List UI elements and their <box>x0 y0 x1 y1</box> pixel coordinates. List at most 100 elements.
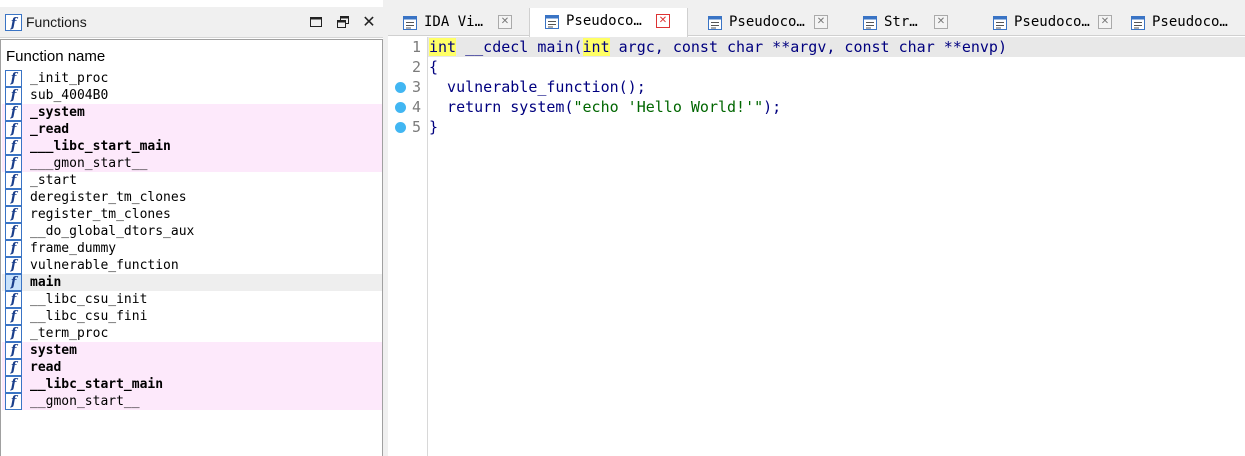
function-icon: f <box>5 14 22 35</box>
function-name: _start <box>30 173 77 188</box>
tab-label: Pseudoco… <box>566 13 642 29</box>
function-row[interactable]: f _init_proc <box>2 70 382 87</box>
function-name: register_tm_clones <box>30 207 171 222</box>
code-text: int __cdecl main(int argc, const char **… <box>429 37 1007 57</box>
function-row[interactable]: f __libc_start_main <box>2 376 382 393</box>
functions-panel: f Functions ✕ Function name f _init_proc f… <box>0 0 385 456</box>
function-icon: f <box>5 223 22 240</box>
function-row[interactable]: f deregister_tm_clones <box>2 189 382 206</box>
function-name: _term_proc <box>30 326 109 341</box>
line-number: 5 <box>411 118 421 136</box>
function-name: ___gmon_start__ <box>30 156 148 171</box>
function-icon: f <box>5 70 22 87</box>
function-icon: f <box>5 274 22 291</box>
code-line[interactable]: 2{ <box>388 57 1245 77</box>
tab[interactable]: Pseudoco… ✕ <box>529 8 688 37</box>
function-row[interactable]: f _term_proc <box>2 325 382 342</box>
function-row[interactable]: f vulnerable_function <box>2 257 382 274</box>
code-line[interactable]: 3 vulnerable_function(); <box>388 77 1245 97</box>
tab-close-icon[interactable]: ✕ <box>498 15 512 29</box>
function-name: __libc_start_main <box>30 377 164 392</box>
function-icon: f <box>5 308 22 325</box>
function-icon: f <box>5 206 22 223</box>
pseudocode-icon <box>992 15 1008 35</box>
tab[interactable]: Pseudoco… ✕ <box>978 9 1112 36</box>
function-row[interactable]: f __libc_csu_fini <box>2 308 382 325</box>
function-row[interactable]: f _start <box>2 172 382 189</box>
maximize-icon[interactable] <box>308 14 324 30</box>
function-name: ___libc_start_main <box>30 139 171 154</box>
function-name: _init_proc <box>30 71 109 86</box>
function-icon: f <box>5 189 22 206</box>
line-number: 2 <box>411 58 421 76</box>
ida-view-icon <box>402 15 418 35</box>
function-icon: f <box>5 172 22 189</box>
functions-panel-title: Functions <box>26 14 87 30</box>
column-header-function-name[interactable]: Function name <box>6 48 105 65</box>
function-row[interactable]: f __do_global_dtors_aux <box>2 223 382 240</box>
tab-close-icon[interactable]: ✕ <box>814 15 828 29</box>
tab-close-icon[interactable]: ✕ <box>656 14 670 28</box>
function-icon: f <box>5 104 22 121</box>
function-row[interactable]: f ___gmon_start__ <box>2 155 382 172</box>
highlighted-keyword: int <box>429 38 457 56</box>
code-fragment: return system( <box>429 98 574 116</box>
functions-rows: f _init_proc f sub_4004B0 f _system f _read f ___… <box>2 70 382 410</box>
function-row[interactable]: f ___libc_start_main <box>2 138 382 155</box>
function-row[interactable]: f sub_4004B0 <box>2 87 382 104</box>
function-icon: f <box>5 393 22 410</box>
code-line[interactable]: 4 return system("echo 'Hello World!'"); <box>388 97 1245 117</box>
function-name: __libc_csu_init <box>30 292 148 307</box>
function-icon: f <box>5 257 22 274</box>
code-fragment: ); <box>763 98 782 116</box>
string-literal: "echo 'Hello World!'" <box>573 98 764 116</box>
function-icon: f <box>5 155 22 172</box>
pseudocode-icon <box>1130 15 1146 35</box>
function-row[interactable]: f frame_dummy <box>2 240 382 257</box>
tab-close-icon[interactable]: ✕ <box>1098 15 1112 29</box>
code-line[interactable]: 1 int __cdecl main(int argc, const char *… <box>388 37 1245 57</box>
code-fragment: argc, const char **argv, const char **en… <box>609 38 1007 56</box>
function-icon: f <box>5 138 22 155</box>
function-icon: f <box>5 291 22 308</box>
function-name: frame_dummy <box>30 241 117 256</box>
code-text: } <box>429 118 439 136</box>
tab-label: Pseudoco… <box>1014 14 1090 30</box>
tab[interactable]: IDA Vi… ✕ <box>388 9 524 36</box>
pseudocode-icon <box>544 14 560 34</box>
function-row[interactable]: f main <box>2 274 382 291</box>
function-name: __gmon_start__ <box>30 394 140 409</box>
function-row[interactable]: f _system <box>2 104 382 121</box>
function-row[interactable]: f _read <box>2 121 382 138</box>
code-line[interactable]: 5} <box>388 117 1245 137</box>
line-number: 1 <box>411 38 421 56</box>
function-row[interactable]: f __gmon_start__ <box>2 393 382 410</box>
close-icon[interactable]: ✕ <box>361 14 377 30</box>
function-icon: f <box>5 240 22 257</box>
function-name: vulnerable_function <box>30 258 179 273</box>
function-row[interactable]: f read <box>2 359 382 376</box>
function-name: __do_global_dtors_aux <box>30 224 195 239</box>
function-row[interactable]: f register_tm_clones <box>2 206 382 223</box>
tab[interactable]: Pseudoco… ✕ <box>693 9 843 36</box>
function-name: __libc_csu_fini <box>30 309 148 324</box>
line-number: 3 <box>411 78 421 96</box>
tab-label: Pseudoco… <box>729 14 805 30</box>
tab-close-icon[interactable]: ✕ <box>934 15 948 29</box>
function-icon: f <box>5 342 22 359</box>
code-text: vulnerable_function(); <box>429 78 646 96</box>
function-icon: f <box>5 325 22 342</box>
function-row[interactable]: f __libc_csu_init <box>2 291 382 308</box>
code-text: { <box>429 58 439 76</box>
tab[interactable]: Pseudoco… <box>1116 9 1245 36</box>
float-window-icon[interactable] <box>335 14 351 30</box>
pseudocode-icon <box>707 15 723 35</box>
function-name: system <box>30 343 77 358</box>
tab[interactable]: Str… ✕ <box>848 9 973 36</box>
code-fragment: __cdecl main( <box>456 38 583 56</box>
tab-bar: IDA Vi… ✕ Pseudoco… ✕ Pseudoco… ✕ Str… ✕ Pseudoc… <box>388 0 1245 37</box>
function-name: sub_4004B0 <box>30 88 109 103</box>
function-row[interactable]: f system <box>2 342 382 359</box>
function-icon: f <box>5 359 22 376</box>
function-icon: f <box>5 87 22 104</box>
